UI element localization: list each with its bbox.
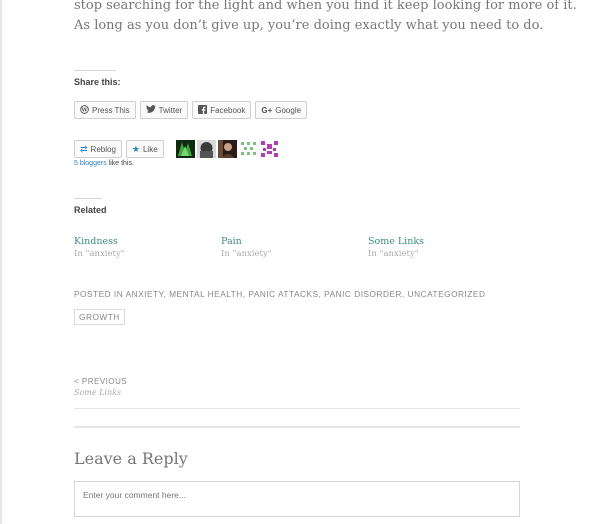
share-twitter-button[interactable]: Twitter: [139, 101, 189, 119]
share-heading: Share this:: [74, 77, 121, 87]
share-twitter-label: Twitter: [158, 105, 183, 115]
avatar[interactable]: [238, 140, 258, 158]
like-row: ⇄ Reblog ★ Like: [74, 140, 279, 158]
reblog-icon: ⇄: [80, 143, 88, 154]
facebook-icon: [198, 104, 208, 116]
related-posts: Kindness In "anxiety" Pain In "anxiety" …: [74, 236, 520, 259]
category-link[interactable]: uncategorized: [408, 289, 486, 299]
paragraph-line-1: stop searching for the light and when yo…: [74, 0, 577, 13]
avatar[interactable]: [196, 140, 216, 158]
share-google-button[interactable]: G+ Google: [255, 101, 308, 119]
category-link[interactable]: panic disorder: [324, 289, 402, 299]
twitter-icon: [145, 105, 156, 115]
divider: [74, 198, 102, 199]
related-post-link[interactable]: Pain: [221, 236, 368, 247]
related-heading: Related: [74, 205, 107, 215]
share-facebook-label: Facebook: [210, 105, 246, 115]
reply-title: Leave a Reply: [74, 449, 188, 468]
avatar[interactable]: [259, 140, 279, 158]
avatar[interactable]: [217, 140, 237, 158]
related-post-category: In "anxiety": [368, 249, 419, 259]
comment-input[interactable]: Enter your comment here...: [74, 481, 520, 517]
related-post: Kindness In "anxiety": [74, 236, 221, 259]
previous-post-label: < Previous: [74, 377, 128, 386]
star-icon: ★: [131, 143, 140, 154]
paragraph-line-2: As long as you don’t give up, you’re doi…: [74, 18, 544, 33]
related-post-link[interactable]: Some Links: [368, 236, 515, 247]
related-section-header: Related: [74, 198, 107, 215]
post-categories: Posted in anxiety, mental health, panic …: [74, 289, 486, 299]
wordpress-icon: W: [80, 104, 89, 116]
like-button[interactable]: ★ Like: [125, 140, 164, 158]
related-post-category: In "anxiety": [74, 249, 125, 259]
share-press-this-label: Press This: [92, 105, 130, 115]
share-buttons: W Press This Twitter Facebook G+ Google: [74, 101, 308, 119]
share-google-label: Google: [275, 105, 302, 115]
categories-prefix: Posted in: [74, 289, 124, 299]
svg-text:W: W: [80, 107, 88, 113]
like-label: Like: [142, 144, 158, 154]
likers-count: 5 bloggers like this.: [74, 160, 134, 167]
share-press-this-button[interactable]: W Press This: [74, 101, 136, 119]
google-plus-icon: G+: [261, 105, 273, 115]
divider: [74, 426, 520, 428]
previous-post-nav[interactable]: < Previous Some Links: [74, 377, 127, 397]
reblog-label: Reblog: [90, 144, 116, 154]
left-border: [0, 0, 2, 524]
previous-post-title: Some Links: [74, 388, 122, 397]
comment-placeholder: Enter your comment here...: [83, 490, 186, 500]
liker-avatars: [175, 140, 279, 158]
category-link[interactable]: panic attacks: [248, 289, 318, 299]
reblog-button[interactable]: ⇄ Reblog: [74, 140, 122, 158]
related-post: Pain In "anxiety": [221, 236, 368, 259]
related-post: Some Links In "anxiety": [368, 236, 515, 259]
post-paragraph: stop searching for the light and when yo…: [74, 0, 577, 36]
category-link[interactable]: anxiety: [126, 289, 164, 299]
divider: [74, 408, 520, 409]
avatar[interactable]: [175, 140, 195, 158]
share-section-header: Share this:: [74, 70, 121, 87]
related-post-link[interactable]: Kindness: [74, 236, 221, 247]
divider: [74, 70, 116, 71]
category-link[interactable]: mental health: [169, 289, 243, 299]
likers-suffix: like this.: [106, 160, 134, 167]
tag-link[interactable]: growth: [74, 309, 125, 325]
share-facebook-button[interactable]: Facebook: [192, 101, 252, 119]
related-post-category: In "anxiety": [221, 249, 272, 259]
likers-link[interactable]: 5 bloggers: [74, 160, 107, 167]
